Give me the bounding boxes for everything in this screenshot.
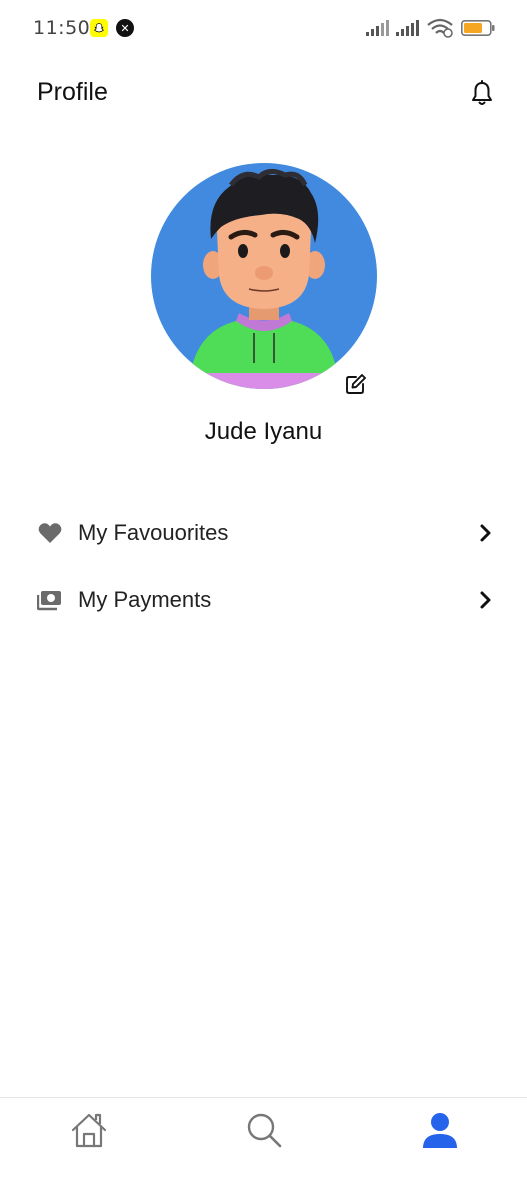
avatar-container — [151, 163, 377, 389]
payments-icon — [37, 591, 61, 611]
chevron-right-icon — [480, 524, 491, 542]
signal-icon — [366, 20, 389, 36]
search-icon[interactable] — [244, 1110, 284, 1150]
signal-icon — [396, 20, 419, 36]
x-icon: ✕ — [116, 19, 134, 37]
page-title: Profile — [37, 78, 108, 106]
menu-item-label: My Favouorites — [78, 520, 229, 545]
profile-name: Jude Iyanu — [204, 418, 323, 445]
bell-icon[interactable] — [469, 80, 495, 108]
avatar-illustration — [189, 169, 339, 389]
battery-icon — [461, 20, 495, 36]
avatar — [151, 163, 377, 389]
person-icon[interactable] — [420, 1110, 460, 1150]
menu-item-payments[interactable]: My Payments — [0, 573, 527, 629]
menu-item-favourites[interactable]: My Favouorites — [0, 506, 527, 562]
menu-item-label: My Payments — [78, 587, 212, 612]
chevron-right-icon — [480, 591, 491, 609]
status-bar: 11:50 ✕ — [0, 0, 527, 58]
status-time: 11:50 — [33, 17, 91, 39]
snapchat-icon — [90, 19, 108, 37]
heart-icon — [38, 523, 62, 543]
home-icon[interactable] — [69, 1110, 109, 1150]
edit-icon[interactable] — [344, 372, 368, 396]
wifi-icon — [427, 18, 453, 38]
bottom-nav — [0, 1097, 527, 1200]
